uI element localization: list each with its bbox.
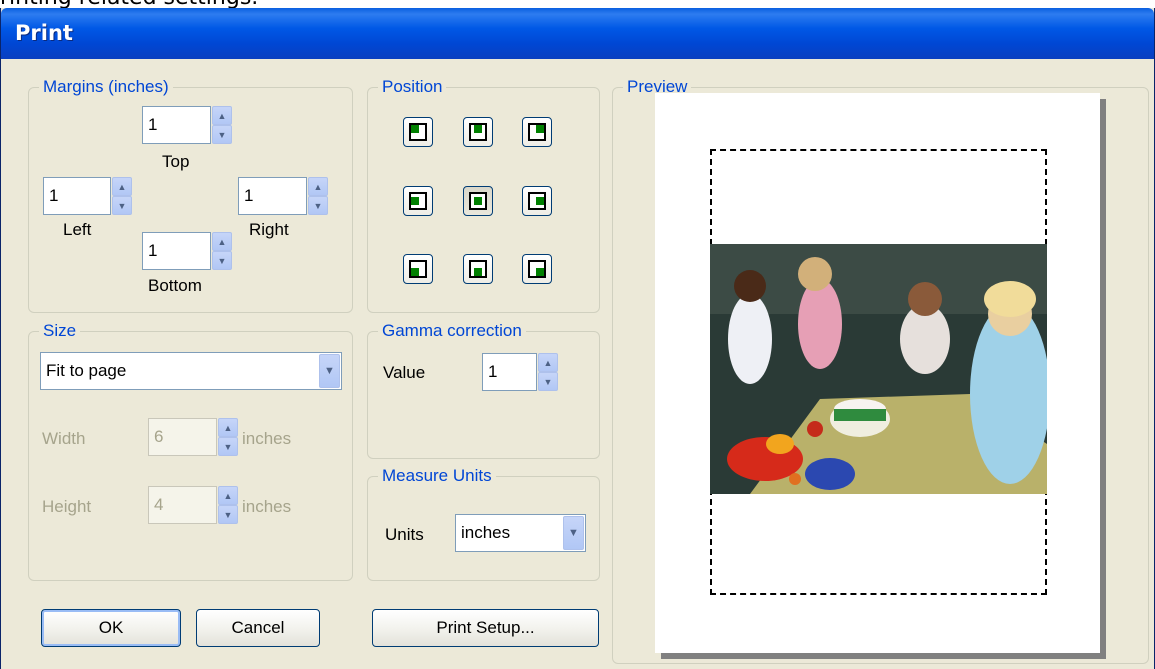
margin-top-label: Top <box>162 152 190 171</box>
margin-left-down-arrow-icon[interactable]: ▼ <box>112 196 132 215</box>
print-setup-button[interactable]: Print Setup... <box>372 609 599 647</box>
preview-page <box>655 93 1100 653</box>
gamma-down-arrow-icon[interactable]: ▼ <box>538 372 558 391</box>
bottom-left-position-icon <box>411 268 419 276</box>
gamma-value-label: Value <box>383 363 426 382</box>
margin-left-spinner: 1 ▲ ▼ <box>43 177 132 215</box>
margin-left-input[interactable]: 1 <box>43 177 111 215</box>
cancel-button[interactable]: Cancel <box>196 609 320 647</box>
title-bar[interactable]: Print <box>1 8 1154 59</box>
height-label: Height <box>42 497 92 516</box>
gamma-legend: Gamma correction <box>378 321 526 341</box>
dialog-title: Print <box>15 21 73 45</box>
position-center-button[interactable] <box>463 186 493 216</box>
margin-top-spinner: 1 ▲ ▼ <box>142 106 232 144</box>
position-bottom-center-button[interactable] <box>463 254 493 284</box>
preview-photo-image <box>710 244 1047 494</box>
bottom-right-position-icon <box>536 268 544 276</box>
position-bottom-left-button[interactable] <box>403 254 433 284</box>
measure-units-legend: Measure Units <box>378 466 496 486</box>
margins-legend: Margins (inches) <box>39 77 173 97</box>
height-down-arrow-icon[interactable]: ▼ <box>218 505 238 524</box>
height-spinner: 4 ▲ ▼ <box>148 486 238 524</box>
position-middle-right-button[interactable] <box>522 186 552 216</box>
position-group: Position <box>367 77 600 313</box>
units-select[interactable]: inches ▼ <box>455 514 586 552</box>
margin-bottom-label: Bottom <box>148 276 202 295</box>
bottom-center-position-icon <box>474 268 482 276</box>
margin-left-label: Left <box>63 220 92 239</box>
size-mode-select[interactable]: Fit to page ▼ <box>40 352 342 390</box>
position-top-left-button[interactable] <box>403 117 433 147</box>
position-top-right-button[interactable] <box>522 117 552 147</box>
width-spinner: 6 ▲ ▼ <box>148 418 238 456</box>
margin-right-up-arrow-icon[interactable]: ▲ <box>308 177 328 196</box>
position-top-center-button[interactable] <box>463 117 493 147</box>
size-legend: Size <box>39 321 81 341</box>
width-down-arrow-icon[interactable]: ▼ <box>218 437 238 456</box>
height-input[interactable]: 4 <box>148 486 217 524</box>
top-right-position-icon <box>536 125 544 133</box>
margin-left-up-arrow-icon[interactable]: ▲ <box>112 177 132 196</box>
width-unit-label: inches <box>242 429 292 448</box>
center-position-icon <box>474 197 482 205</box>
top-left-position-icon <box>411 125 419 133</box>
width-input[interactable]: 6 <box>148 418 217 456</box>
position-middle-left-button[interactable] <box>403 186 433 216</box>
chevron-down-icon[interactable]: ▼ <box>319 354 340 388</box>
width-label: Width <box>42 429 86 448</box>
margin-top-input[interactable]: 1 <box>142 106 211 144</box>
ok-button[interactable]: OK <box>41 609 181 647</box>
margin-top-down-arrow-icon[interactable]: ▼ <box>212 125 232 144</box>
width-up-arrow-icon[interactable]: ▲ <box>218 418 238 437</box>
middle-right-position-icon <box>536 197 544 205</box>
margin-right-input[interactable]: 1 <box>238 177 307 215</box>
height-unit-label: inches <box>242 497 292 516</box>
size-mode-value: Fit to page <box>46 361 127 380</box>
margin-right-spinner: 1 ▲ ▼ <box>238 177 328 215</box>
gamma-value-input[interactable]: 1 <box>482 353 537 391</box>
chevron-down-icon[interactable]: ▼ <box>563 516 584 550</box>
top-center-position-icon <box>474 125 482 133</box>
margin-right-label: Right <box>249 220 289 239</box>
units-value: inches <box>461 523 511 542</box>
units-label: Units <box>385 525 424 544</box>
size-group: Size Fit to page ▼ Width 6 ▲ ▼ inches Hei… <box>28 321 353 581</box>
margin-bottom-input[interactable]: 1 <box>142 232 211 270</box>
margin-bottom-up-arrow-icon[interactable]: ▲ <box>212 232 232 251</box>
margins-group: Margins (inches) 1 ▲ ▼ Top 1 ▲ ▼ Left 1 ▲ ▼… <box>28 77 353 313</box>
measure-units-group: Measure Units Units inches ▼ <box>367 466 600 581</box>
position-legend: Position <box>378 77 447 97</box>
middle-left-position-icon <box>411 197 419 205</box>
height-up-arrow-icon[interactable]: ▲ <box>218 486 238 505</box>
gamma-up-arrow-icon[interactable]: ▲ <box>538 353 558 372</box>
gamma-group: Gamma correction Value 1 ▲ ▼ <box>367 321 600 459</box>
gamma-spinner: 1 ▲ ▼ <box>482 353 558 391</box>
margin-top-up-arrow-icon[interactable]: ▲ <box>212 106 232 125</box>
margin-bottom-down-arrow-icon[interactable]: ▼ <box>212 251 232 270</box>
position-bottom-right-button[interactable] <box>522 254 552 284</box>
margin-right-down-arrow-icon[interactable]: ▼ <box>308 196 328 215</box>
margin-bottom-spinner: 1 ▲ ▼ <box>142 232 232 270</box>
